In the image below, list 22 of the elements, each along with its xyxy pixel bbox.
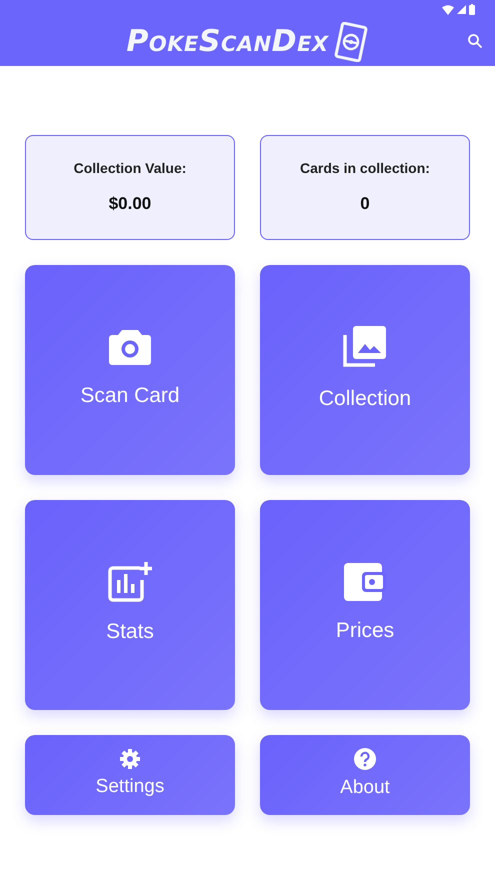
menu-tile[interactable]: Stats xyxy=(25,500,235,710)
camera-icon xyxy=(108,328,152,366)
menu-tile[interactable]: Scan Card xyxy=(25,265,235,475)
help-icon xyxy=(354,748,376,770)
menu-tile[interactable]: Prices xyxy=(260,500,470,710)
app-logo-text: PokeScanDex xyxy=(126,27,329,57)
summary-label: Collection Value: xyxy=(74,159,186,178)
battery-icon xyxy=(469,4,475,15)
chart-plus-icon xyxy=(108,562,152,602)
summary-value: 0 xyxy=(360,193,370,216)
search-button[interactable] xyxy=(467,33,483,49)
menu-tile[interactable]: Settings xyxy=(25,735,235,815)
settings-icon xyxy=(120,748,140,769)
summary-value: $0.00 xyxy=(108,193,152,216)
summary-label: Cards in collection: xyxy=(300,159,430,178)
wallet-icon xyxy=(344,563,386,602)
menu-tile[interactable]: Collection xyxy=(260,265,470,475)
card-logo-icon xyxy=(332,22,369,62)
gallery-icon xyxy=(343,325,387,370)
menu-tile[interactable]: About xyxy=(260,735,470,815)
signal-icon xyxy=(457,5,466,14)
wifi-icon xyxy=(442,4,454,14)
